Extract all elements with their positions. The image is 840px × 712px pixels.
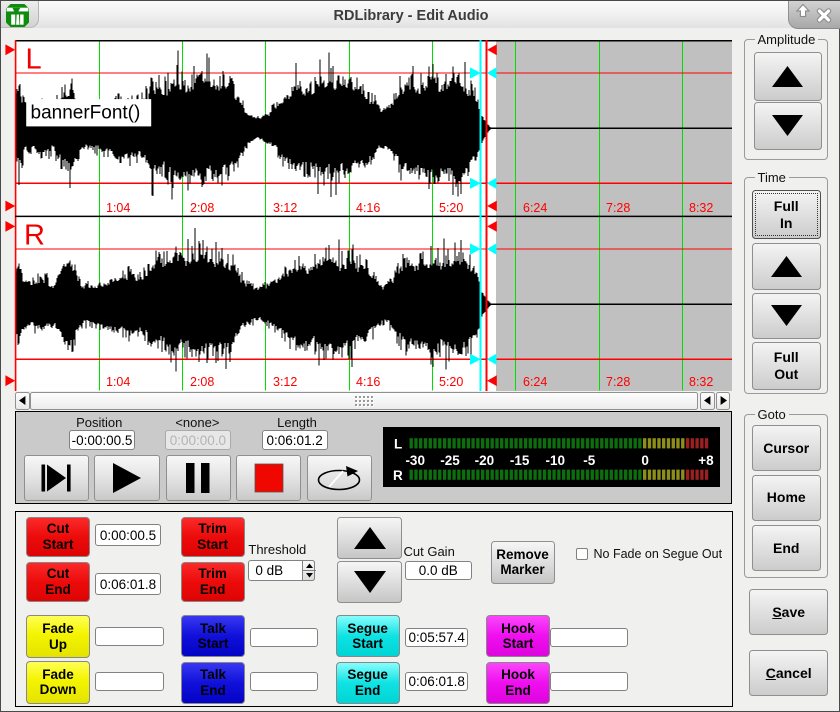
svg-text:7:28: 7:28 [606,201,630,215]
svg-text:8:32: 8:32 [689,375,713,389]
svg-text:-30: -30 [405,453,425,468]
svg-text:R: R [24,220,45,252]
svg-text:bannerFont(): bannerFont() [31,102,141,123]
svg-text:8:32: 8:32 [689,201,713,215]
svg-text:5:20: 5:20 [439,201,463,215]
svg-text:6:24: 6:24 [523,201,547,215]
svg-text:+8: +8 [698,453,714,468]
svg-text:4:16: 4:16 [356,201,380,215]
svg-text:1:04: 1:04 [106,375,130,389]
svg-text:0: 0 [641,453,649,468]
svg-text:L: L [26,44,42,76]
svg-text:-15: -15 [510,453,530,468]
svg-text:3:12: 3:12 [273,375,297,389]
svg-text:1:04: 1:04 [106,201,130,215]
svg-text:-25: -25 [440,453,460,468]
svg-text:6:24: 6:24 [523,375,547,389]
svg-text:-10: -10 [546,453,566,468]
svg-text:3:12: 3:12 [273,201,297,215]
svg-text:R: R [393,468,403,483]
svg-text:2:08: 2:08 [190,201,214,215]
svg-text:4:16: 4:16 [356,375,380,389]
svg-text:-5: -5 [583,453,595,468]
svg-text:L: L [394,437,402,452]
svg-text:7:28: 7:28 [606,375,630,389]
svg-text:-20: -20 [475,453,495,468]
svg-text:5:20: 5:20 [439,375,463,389]
svg-text:2:08: 2:08 [190,375,214,389]
